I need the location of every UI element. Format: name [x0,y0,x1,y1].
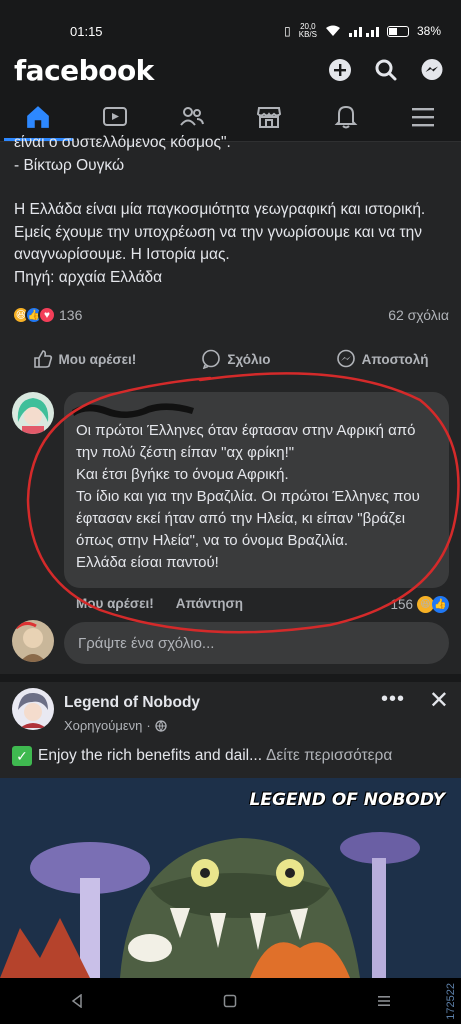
friends-icon [180,106,205,126]
feed-post: είναι ο συστελλόμενος κόσμος". - Βίκτωρ … [0,134,461,674]
check-icon: ✓ [12,746,32,766]
comment-text: Οι πρώτοι Έλληνες όταν έφτασαν στην Αφρι… [76,422,420,571]
love-icon: ♥ [38,306,56,324]
close-icon[interactable]: ✕ [429,686,449,715]
write-comment-row: Γράψτε ένα σχόλιο... [12,620,449,664]
home-button[interactable] [210,986,250,1016]
comment-reactions[interactable]: 156 😆 👍 [390,596,449,613]
like-button[interactable]: Μου αρέσει! [33,342,136,376]
app-header: facebook [0,48,461,92]
back-button[interactable] [57,986,97,1016]
my-avatar[interactable] [12,620,54,662]
post-main-text: Η Ελλάδα είναι μία παγκοσμιότητα γεωγραφ… [14,201,426,286]
signal-icon [348,27,379,37]
more-options-icon[interactable]: ••• [381,688,405,711]
comment-reaction-count: 156 [390,597,413,612]
ad-game-logo: LEGEND OF NOBODY [249,790,445,810]
watch-icon [103,106,128,126]
comment-reply-button[interactable]: Απάντηση [176,596,243,613]
reaction-icons: 😆 👍 ♥ [12,306,56,324]
status-icons: ▯ 20,0 KB/S 38% [284,23,441,39]
status-time: 01:15 [70,23,103,39]
wifi-icon [325,25,340,36]
back-icon [71,994,82,1008]
reaction-count: 136 [59,307,83,323]
comment-bubble[interactable]: Οι πρώτοι Έλληνες όταν έφτασαν στην Αφρι… [64,392,449,588]
system-nav-bar [0,978,461,1024]
ad-image[interactable]: LEGEND OF NOBODY [0,778,461,978]
thumbs-up-icon [33,350,52,368]
ad-page-name[interactable]: Legend of Nobody [64,694,200,712]
post-quote: είναι ο συστελλόμενος κόσμος". - Βίκτωρ … [14,134,231,174]
post-body: είναι ο συστελλόμενος κόσμος". - Βίκτωρ … [0,132,461,289]
ad-description: ✓ Enjoy the rich benefits and dail... Δε… [12,746,449,766]
battery-level: 38% [416,24,441,38]
battery-icon [386,25,409,37]
comment-input[interactable]: Γράψτε ένα σχόλιο... [64,622,449,664]
home-square-icon [224,994,237,1008]
commenter-avatar[interactable] [12,392,54,434]
marketplace-icon [256,106,281,128]
comment-button[interactable]: Σχόλιο [201,342,271,376]
comment-meta: Μου αρέσει! Απάντηση 156 😆 👍 [76,596,449,613]
sponsored-post: Legend of Nobody Χορηγούμενη · ••• ✕ ✓ E… [0,682,461,978]
recents-button[interactable] [364,986,404,1016]
vibrate-icon: ▯ [284,24,291,38]
post-reactions[interactable]: 😆 👍 ♥ 136 62 σχόλια [12,306,449,324]
messenger-share-icon [336,349,355,368]
net-speed: 20,0 KB/S [298,22,317,39]
ad-header: Legend of Nobody Χορηγούμενη · ••• ✕ [12,682,449,738]
ad-avatar[interactable] [12,688,54,730]
post-actions: Μου αρέσει! Σχόλιο Αποστολή [0,342,461,376]
search-icon[interactable] [371,55,401,85]
messenger-icon[interactable] [417,55,447,85]
facebook-logo[interactable]: facebook [14,54,309,87]
recents-icon [378,996,391,1006]
add-icon[interactable] [325,55,355,85]
comment-icon [202,349,221,369]
home-icon [27,105,50,128]
comment-count[interactable]: 62 σχόλια [388,307,449,323]
ad-sponsored-label: Χορηγούμενη · [64,718,167,733]
name-scribble [72,403,194,418]
see-more-link[interactable]: Δείτε περισσότερα [266,747,392,765]
notifications-icon [334,105,358,128]
menu-icon [411,107,434,126]
like-icon: 👍 [432,596,449,613]
share-button[interactable]: Αποστολή [336,342,428,376]
globe-icon [155,719,167,732]
watermark: 172522 [445,983,457,1020]
comment-like-button[interactable]: Μου αρέσει! [76,596,154,613]
